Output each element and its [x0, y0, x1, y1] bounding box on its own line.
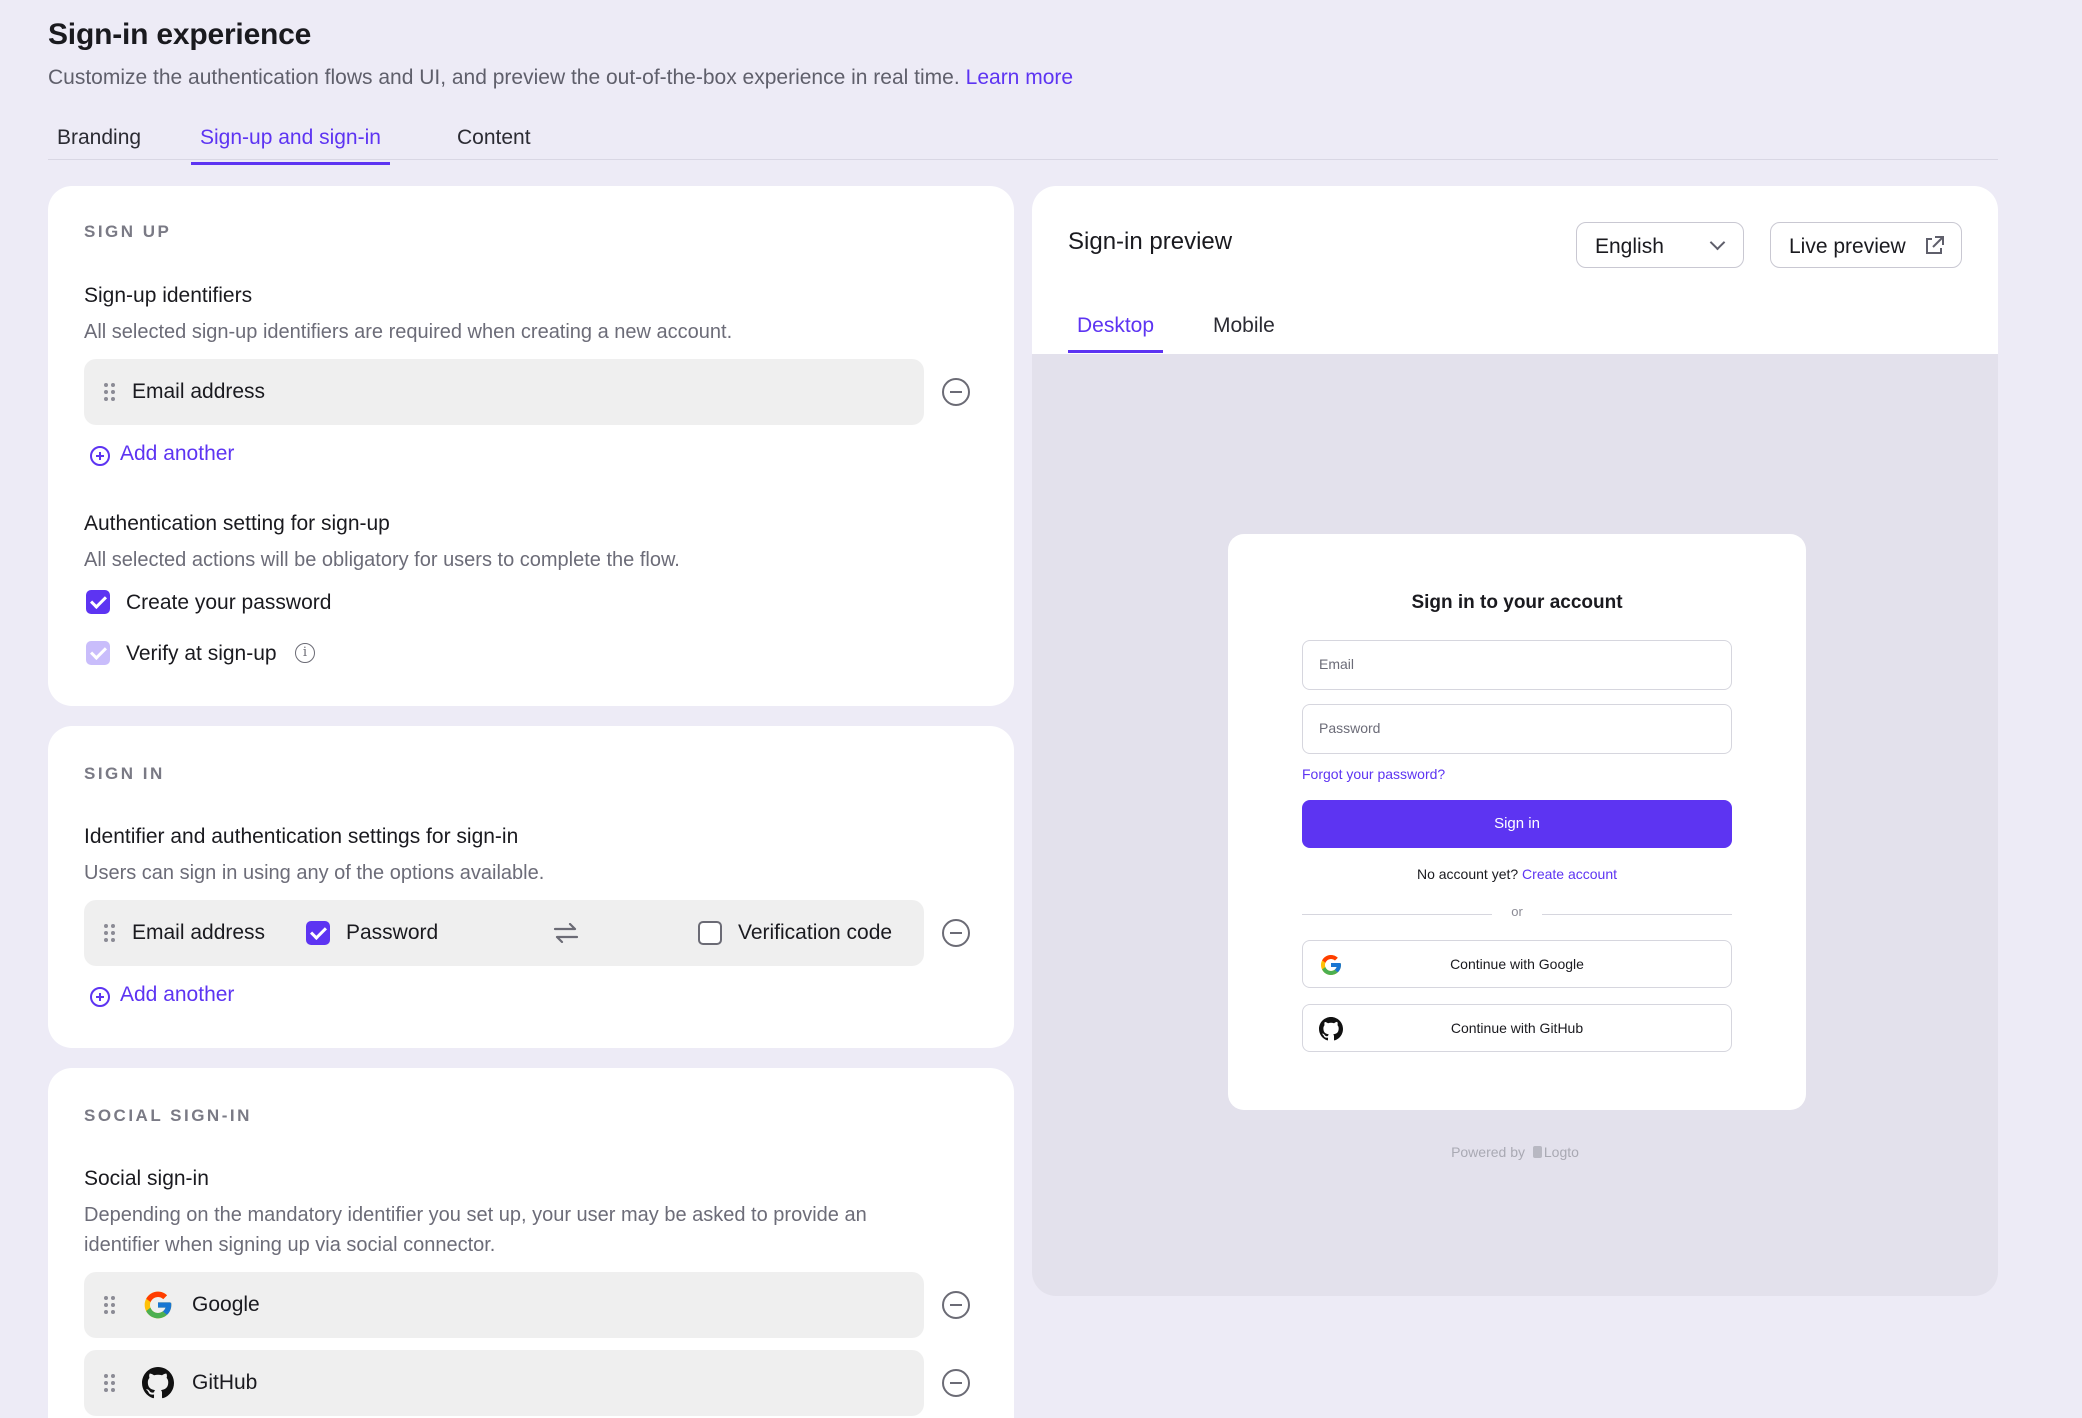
- auth-setting-title: Authentication setting for sign-up: [84, 512, 390, 535]
- social-desc-line1: Depending on the mandatory identifier yo…: [84, 1204, 867, 1226]
- remove-google-button[interactable]: [942, 1291, 970, 1319]
- mock-password-placeholder: Password: [1319, 720, 1381, 736]
- sign-in-card: SIGN IN Identifier and authentication se…: [48, 726, 1014, 1048]
- create-password-checkbox[interactable]: [86, 590, 110, 614]
- password-label: Password: [346, 921, 439, 944]
- subtitle-text: Customize the authentication flows and U…: [48, 66, 960, 89]
- add-another-label: Add another: [120, 983, 235, 1006]
- powered-by-text: Powered by: [1451, 1144, 1525, 1160]
- connector-google-label: Google: [192, 1293, 260, 1316]
- verification-code-checkbox[interactable]: [698, 921, 722, 945]
- drag-handle-icon[interactable]: [104, 1296, 118, 1314]
- preview-card: Sign-in preview English Live preview Des…: [1032, 186, 1998, 1296]
- sign-up-identifier-row: Email address: [84, 359, 924, 425]
- social-sign-in-card: SOCIAL SIGN-IN Social sign-in Depending …: [48, 1068, 1014, 1418]
- mock-password-input[interactable]: Password: [1302, 704, 1732, 754]
- social-connector-row: Google: [84, 1272, 924, 1338]
- language-select[interactable]: English: [1576, 222, 1744, 268]
- sign-in-identifier-label: Email address: [132, 921, 266, 944]
- info-icon[interactable]: i: [295, 643, 315, 663]
- divider-right: [1542, 914, 1732, 915]
- sign-in-mock-card: Sign in to your account Email Password F…: [1228, 534, 1806, 1110]
- live-preview-button[interactable]: Live preview: [1770, 222, 1962, 268]
- sign-in-section-label: SIGN IN: [84, 764, 165, 783]
- sign-up-identifiers-desc: All selected sign-up identifiers are req…: [84, 321, 733, 343]
- tab-content[interactable]: Content: [448, 126, 540, 162]
- plus-circle-icon: [90, 446, 110, 466]
- mock-email-placeholder: Email: [1319, 656, 1355, 672]
- create-password-label: Create your password: [126, 591, 332, 614]
- mock-github-label: Continue with GitHub: [1450, 1020, 1584, 1036]
- sign-up-card: SIGN UP Sign-up identifiers All selected…: [48, 186, 1014, 706]
- tab-sign-up-and-sign-in[interactable]: Sign-up and sign-in: [191, 126, 390, 165]
- drag-handle-icon[interactable]: [104, 924, 118, 942]
- sign-up-identifiers-title: Sign-up identifiers: [84, 284, 253, 307]
- mock-title: Sign in to your account: [1411, 592, 1623, 613]
- mock-google-label: Continue with Google: [1450, 956, 1584, 972]
- mock-sign-in-button[interactable]: Sign in: [1302, 800, 1732, 848]
- mock-no-account-text: No account yet?: [1416, 866, 1519, 882]
- sign-up-section-label: SIGN UP: [84, 222, 172, 241]
- tab-mobile[interactable]: Mobile: [1204, 314, 1284, 350]
- mock-no-account: No account yet? Create account: [1228, 866, 1806, 882]
- add-another-label: Add another: [120, 442, 235, 465]
- auth-setting-desc: All selected actions will be obligatory …: [84, 549, 680, 571]
- chevron-down-icon: [1709, 234, 1726, 251]
- verification-code-label: Verification code: [738, 921, 893, 944]
- remove-github-button[interactable]: [942, 1369, 970, 1397]
- social-connector-row: GitHub: [84, 1350, 924, 1416]
- tab-bar: Branding Sign-up and sign-in Content: [48, 118, 1998, 165]
- plus-circle-icon: [90, 987, 110, 1007]
- sign-in-settings-title: Identifier and authentication settings f…: [84, 825, 519, 848]
- logto-logo-icon: [1532, 1146, 1542, 1158]
- sign-in-method-row: Email address Password Verification code: [84, 900, 924, 966]
- mock-create-account-link[interactable]: Create account: [1522, 866, 1617, 882]
- password-checkbox[interactable]: [306, 921, 330, 945]
- preview-title: Sign-in preview: [1068, 228, 1233, 255]
- mock-forgot-password-link[interactable]: Forgot your password?: [1302, 766, 1445, 782]
- google-icon: [144, 1291, 172, 1319]
- connector-github-label: GitHub: [192, 1371, 258, 1394]
- social-title: Social sign-in: [84, 1167, 209, 1190]
- powered-by: Powered by Logto: [1032, 1144, 1998, 1160]
- drag-handle-icon[interactable]: [104, 383, 118, 401]
- powered-by-brand: Logto: [1543, 1144, 1579, 1160]
- learn-more-link[interactable]: Learn more: [966, 66, 1073, 89]
- external-link-icon: [1926, 236, 1944, 254]
- social-section-label: SOCIAL SIGN-IN: [84, 1106, 252, 1125]
- mock-continue-github-button[interactable]: Continue with GitHub: [1302, 1004, 1732, 1052]
- verify-checkbox[interactable]: [86, 641, 110, 665]
- mock-email-input[interactable]: Email: [1302, 640, 1732, 690]
- add-another-identifier-button[interactable]: Add another: [90, 442, 234, 466]
- page-subtitle: Customize the authentication flows and U…: [48, 66, 1073, 90]
- swap-icon[interactable]: [553, 923, 579, 943]
- tab-desktop[interactable]: Desktop: [1068, 314, 1164, 353]
- sign-in-settings-desc: Users can sign in using any of the optio…: [84, 862, 545, 884]
- drag-handle-icon[interactable]: [104, 1374, 118, 1392]
- page-title: Sign-in experience: [48, 18, 312, 51]
- mock-continue-google-button[interactable]: Continue with Google: [1302, 940, 1732, 988]
- remove-identifier-button[interactable]: [942, 378, 970, 406]
- mock-or-text: or: [1511, 904, 1523, 919]
- identifier-email-label: Email address: [132, 380, 266, 403]
- remove-sign-in-method-button[interactable]: [942, 919, 970, 947]
- github-icon: [142, 1367, 174, 1399]
- social-desc-line2: identifier when signing up via social co…: [84, 1234, 496, 1256]
- live-preview-label: Live preview: [1789, 235, 1906, 258]
- language-value: English: [1595, 235, 1664, 258]
- add-another-sign-in-button[interactable]: Add another: [90, 983, 234, 1007]
- tab-branding[interactable]: Branding: [48, 126, 150, 162]
- preview-canvas: Sign in to your account Email Password F…: [1032, 354, 1998, 1296]
- verify-label: Verify at sign-up: [126, 642, 277, 665]
